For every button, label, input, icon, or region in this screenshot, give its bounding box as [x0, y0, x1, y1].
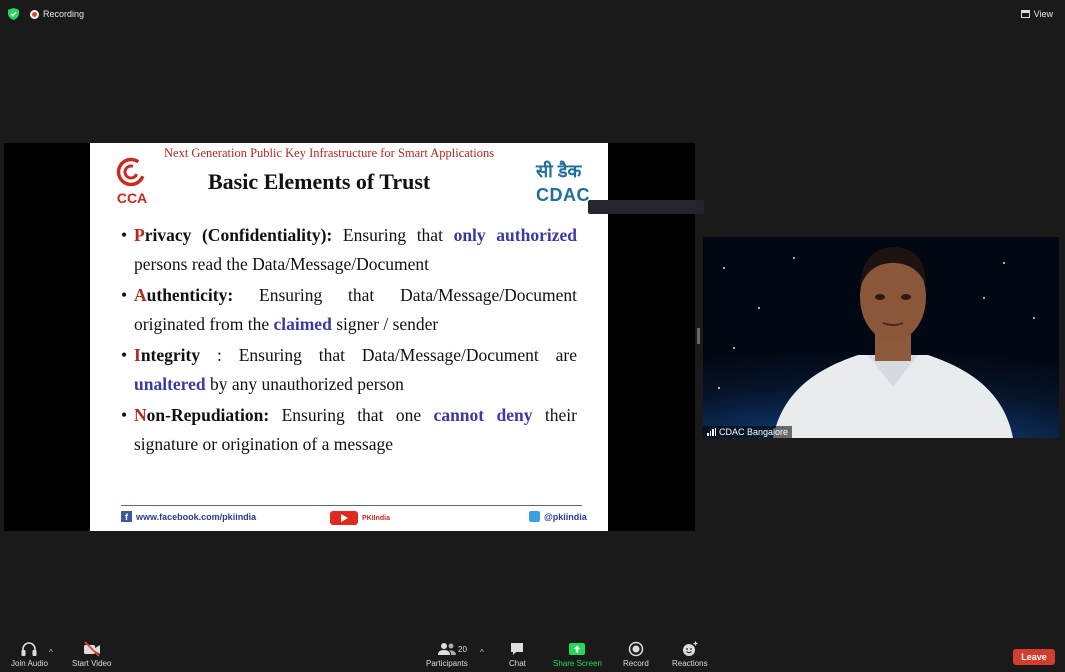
share-screen-button[interactable]: Share Screen [553, 641, 602, 668]
slide-header: Next Generation Public Key Infrastructur… [164, 146, 495, 160]
bullet-term: ntegrity [140, 345, 201, 365]
headphones-icon [21, 642, 37, 656]
signal-icon [707, 428, 716, 436]
recording-indicator[interactable]: Recording [30, 9, 84, 19]
record-button[interactable]: Record [623, 641, 649, 668]
footer-rule [121, 505, 582, 506]
facebook-link: www.facebook.com/pkiindia [136, 511, 257, 522]
share-screen-icon [569, 643, 586, 655]
view-label: View [1033, 9, 1053, 19]
chat-button[interactable]: Chat [509, 641, 526, 668]
bullet-text: persons read the Data/Message/Document [134, 254, 429, 274]
bullet-non-repudiation: Non-Repudiation: Ensuring that one canno… [121, 401, 577, 459]
bullet-authenticity: Authenticity: Ensuring that Data/Message… [121, 281, 577, 339]
bullet-list: Privacy (Confidentiality): Ensuring that… [121, 221, 577, 461]
participants-label: Participants [426, 659, 468, 668]
facebook-icon: f [121, 511, 132, 522]
participant-count: 20 [458, 645, 467, 654]
bullet-text: by any unauthorized person [205, 374, 404, 394]
cdac-logo-text: CDAC [536, 185, 590, 205]
bullet-privacy: Privacy (Confidentiality): Ensuring that… [121, 221, 577, 279]
video-off-icon [83, 641, 100, 657]
bullet-term: on-Repudiation: [146, 405, 270, 425]
youtube-icon [330, 511, 358, 525]
twitter-icon [529, 511, 540, 522]
split-view-handle[interactable] [697, 328, 700, 344]
participant-video[interactable]: CDAC Bangalore [703, 237, 1059, 438]
slide-title: Basic Elements of Trust [208, 169, 431, 194]
bullet-initial: I [134, 345, 141, 365]
start-video-button[interactable]: Start Video [72, 641, 111, 668]
reactions-icon [682, 641, 698, 656]
leave-button[interactable]: Leave [1013, 649, 1055, 665]
bullet-highlight: unaltered [134, 374, 206, 394]
bullet-integrity: Integrity : Ensuring that Data/Message/D… [121, 341, 577, 399]
chat-label: Chat [509, 659, 526, 668]
bullet-term: uthenticity: [146, 285, 234, 305]
participants-icon [437, 643, 456, 655]
reactions-label: Reactions [672, 659, 708, 668]
faded-tooltip [588, 200, 704, 214]
bullet-text: signer / sender [331, 314, 439, 334]
bullet-initial: P [134, 225, 145, 245]
cdac-logo-hindi: सी डैक [536, 161, 582, 181]
shield-icon[interactable] [8, 8, 19, 20]
participant-name: CDAC Bangalore [719, 427, 789, 437]
presentation-slide: Next Generation Public Key Infrastructur… [90, 143, 608, 531]
participant-name-tag: CDAC Bangalore [703, 426, 793, 438]
audio-options-caret[interactable]: ^ [49, 648, 53, 657]
footer-facebook: f www.facebook.com/pkiindia [121, 511, 256, 522]
bullet-text: Ensuring that one [269, 405, 434, 425]
participant-person [773, 247, 1013, 438]
record-icon [628, 641, 644, 657]
bullet-initial: N [134, 405, 147, 425]
chat-icon [511, 643, 524, 655]
reactions-button[interactable]: Reactions [672, 641, 708, 668]
view-button[interactable]: View [1020, 9, 1053, 19]
participants-options-caret[interactable]: ^ [480, 648, 484, 657]
bullet-highlight: cannot deny [433, 405, 533, 425]
join-audio-button[interactable]: Join Audio [11, 641, 48, 668]
record-label: Record [623, 659, 649, 668]
bullet-text: Ensuring that [332, 225, 454, 245]
youtube-label: PKIIndia [362, 514, 391, 522]
bullet-text: : Ensuring that Data/Message/Document ar… [200, 345, 577, 365]
start-video-label: Start Video [72, 659, 112, 668]
bullet-highlight: only authorized [453, 225, 577, 245]
view-icon [1020, 10, 1030, 18]
meeting-toolbar: Join Audio ^ Start Video Participants 20… [0, 632, 1065, 672]
bullet-highlight: claimed [273, 314, 332, 334]
recording-icon [30, 9, 39, 19]
bullet-term: rivacy (Confidentiality): [144, 225, 333, 245]
cca-logo-mark [116, 157, 146, 187]
twitter-handle: @pkiindia [544, 511, 587, 522]
meeting-top-bar: Recording View [0, 0, 1065, 28]
footer-twitter: @pkiindia [529, 511, 587, 522]
bullet-initial: A [134, 285, 147, 305]
recording-label: Recording [43, 9, 85, 19]
join-audio-label: Join Audio [11, 659, 48, 668]
footer-youtube: PKIIndia [330, 511, 390, 525]
cca-logo: CCA [110, 157, 154, 207]
cca-logo-text: CCA [116, 190, 148, 206]
share-screen-label: Share Screen [553, 659, 602, 668]
